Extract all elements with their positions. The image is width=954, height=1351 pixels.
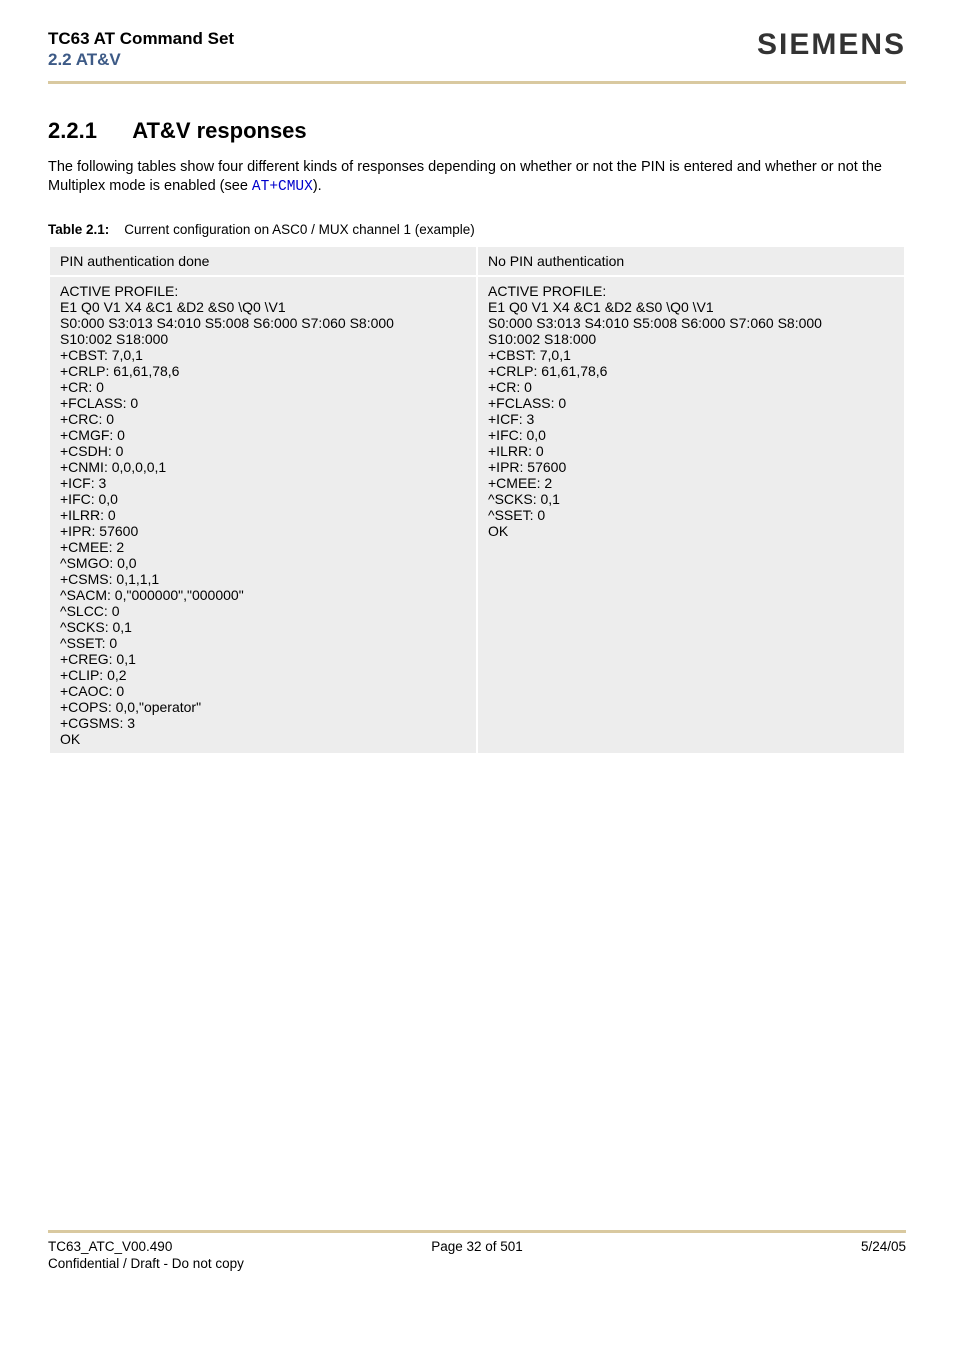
footer-rule <box>48 1230 906 1233</box>
intro-text-a: The following tables show four different… <box>48 159 882 195</box>
doc-title: TC63 AT Command Set <box>48 28 234 49</box>
section-title: AT&V responses <box>132 118 306 143</box>
table-row: ACTIVE PROFILE: E1 Q0 V1 X4 &C1 &D2 &S0 … <box>50 277 904 753</box>
table-cell-pin-done: ACTIVE PROFILE: E1 Q0 V1 X4 &C1 &D2 &S0 … <box>50 277 476 753</box>
page: TC63 AT Command Set 2.2 AT&V SIEMENS 2.2… <box>0 0 954 1351</box>
config-table: PIN authentication done No PIN authentic… <box>48 245 906 755</box>
header-left: TC63 AT Command Set 2.2 AT&V <box>48 28 234 71</box>
section-intro: The following tables show four different… <box>48 158 906 198</box>
brand-logo: SIEMENS <box>757 28 906 62</box>
intro-link[interactable]: AT+CMUX <box>252 179 313 195</box>
table-cell-no-pin: ACTIVE PROFILE: E1 Q0 V1 X4 &C1 &D2 &S0 … <box>478 277 904 753</box>
footer-center: Page 32 of 501 <box>334 1239 620 1254</box>
intro-text-b: ). <box>313 178 322 194</box>
table-header-row: PIN authentication done No PIN authentic… <box>50 247 904 275</box>
header-rule <box>48 81 906 84</box>
section-heading: 2.2.1 AT&V responses <box>48 118 906 144</box>
footer-confidential: Confidential / Draft - Do not copy <box>48 1256 906 1271</box>
table-caption-text: Current configuration on ASC0 / MUX chan… <box>124 222 474 237</box>
table-header-cell: PIN authentication done <box>50 247 476 275</box>
table-caption: Table 2.1: Current configuration on ASC0… <box>48 222 906 237</box>
table-header-cell: No PIN authentication <box>478 247 904 275</box>
table-caption-label: Table 2.1: <box>48 222 109 237</box>
doc-subtitle: 2.2 AT&V <box>48 49 234 70</box>
content-spacer <box>48 755 906 1230</box>
footer-left: TC63_ATC_V00.490 <box>48 1239 334 1254</box>
page-header: TC63 AT Command Set 2.2 AT&V SIEMENS <box>48 28 906 71</box>
section-number: 2.2.1 <box>48 118 97 143</box>
footer-right: 5/24/05 <box>620 1239 906 1254</box>
page-footer: TC63_ATC_V00.490 Page 32 of 501 5/24/05 <box>48 1239 906 1254</box>
